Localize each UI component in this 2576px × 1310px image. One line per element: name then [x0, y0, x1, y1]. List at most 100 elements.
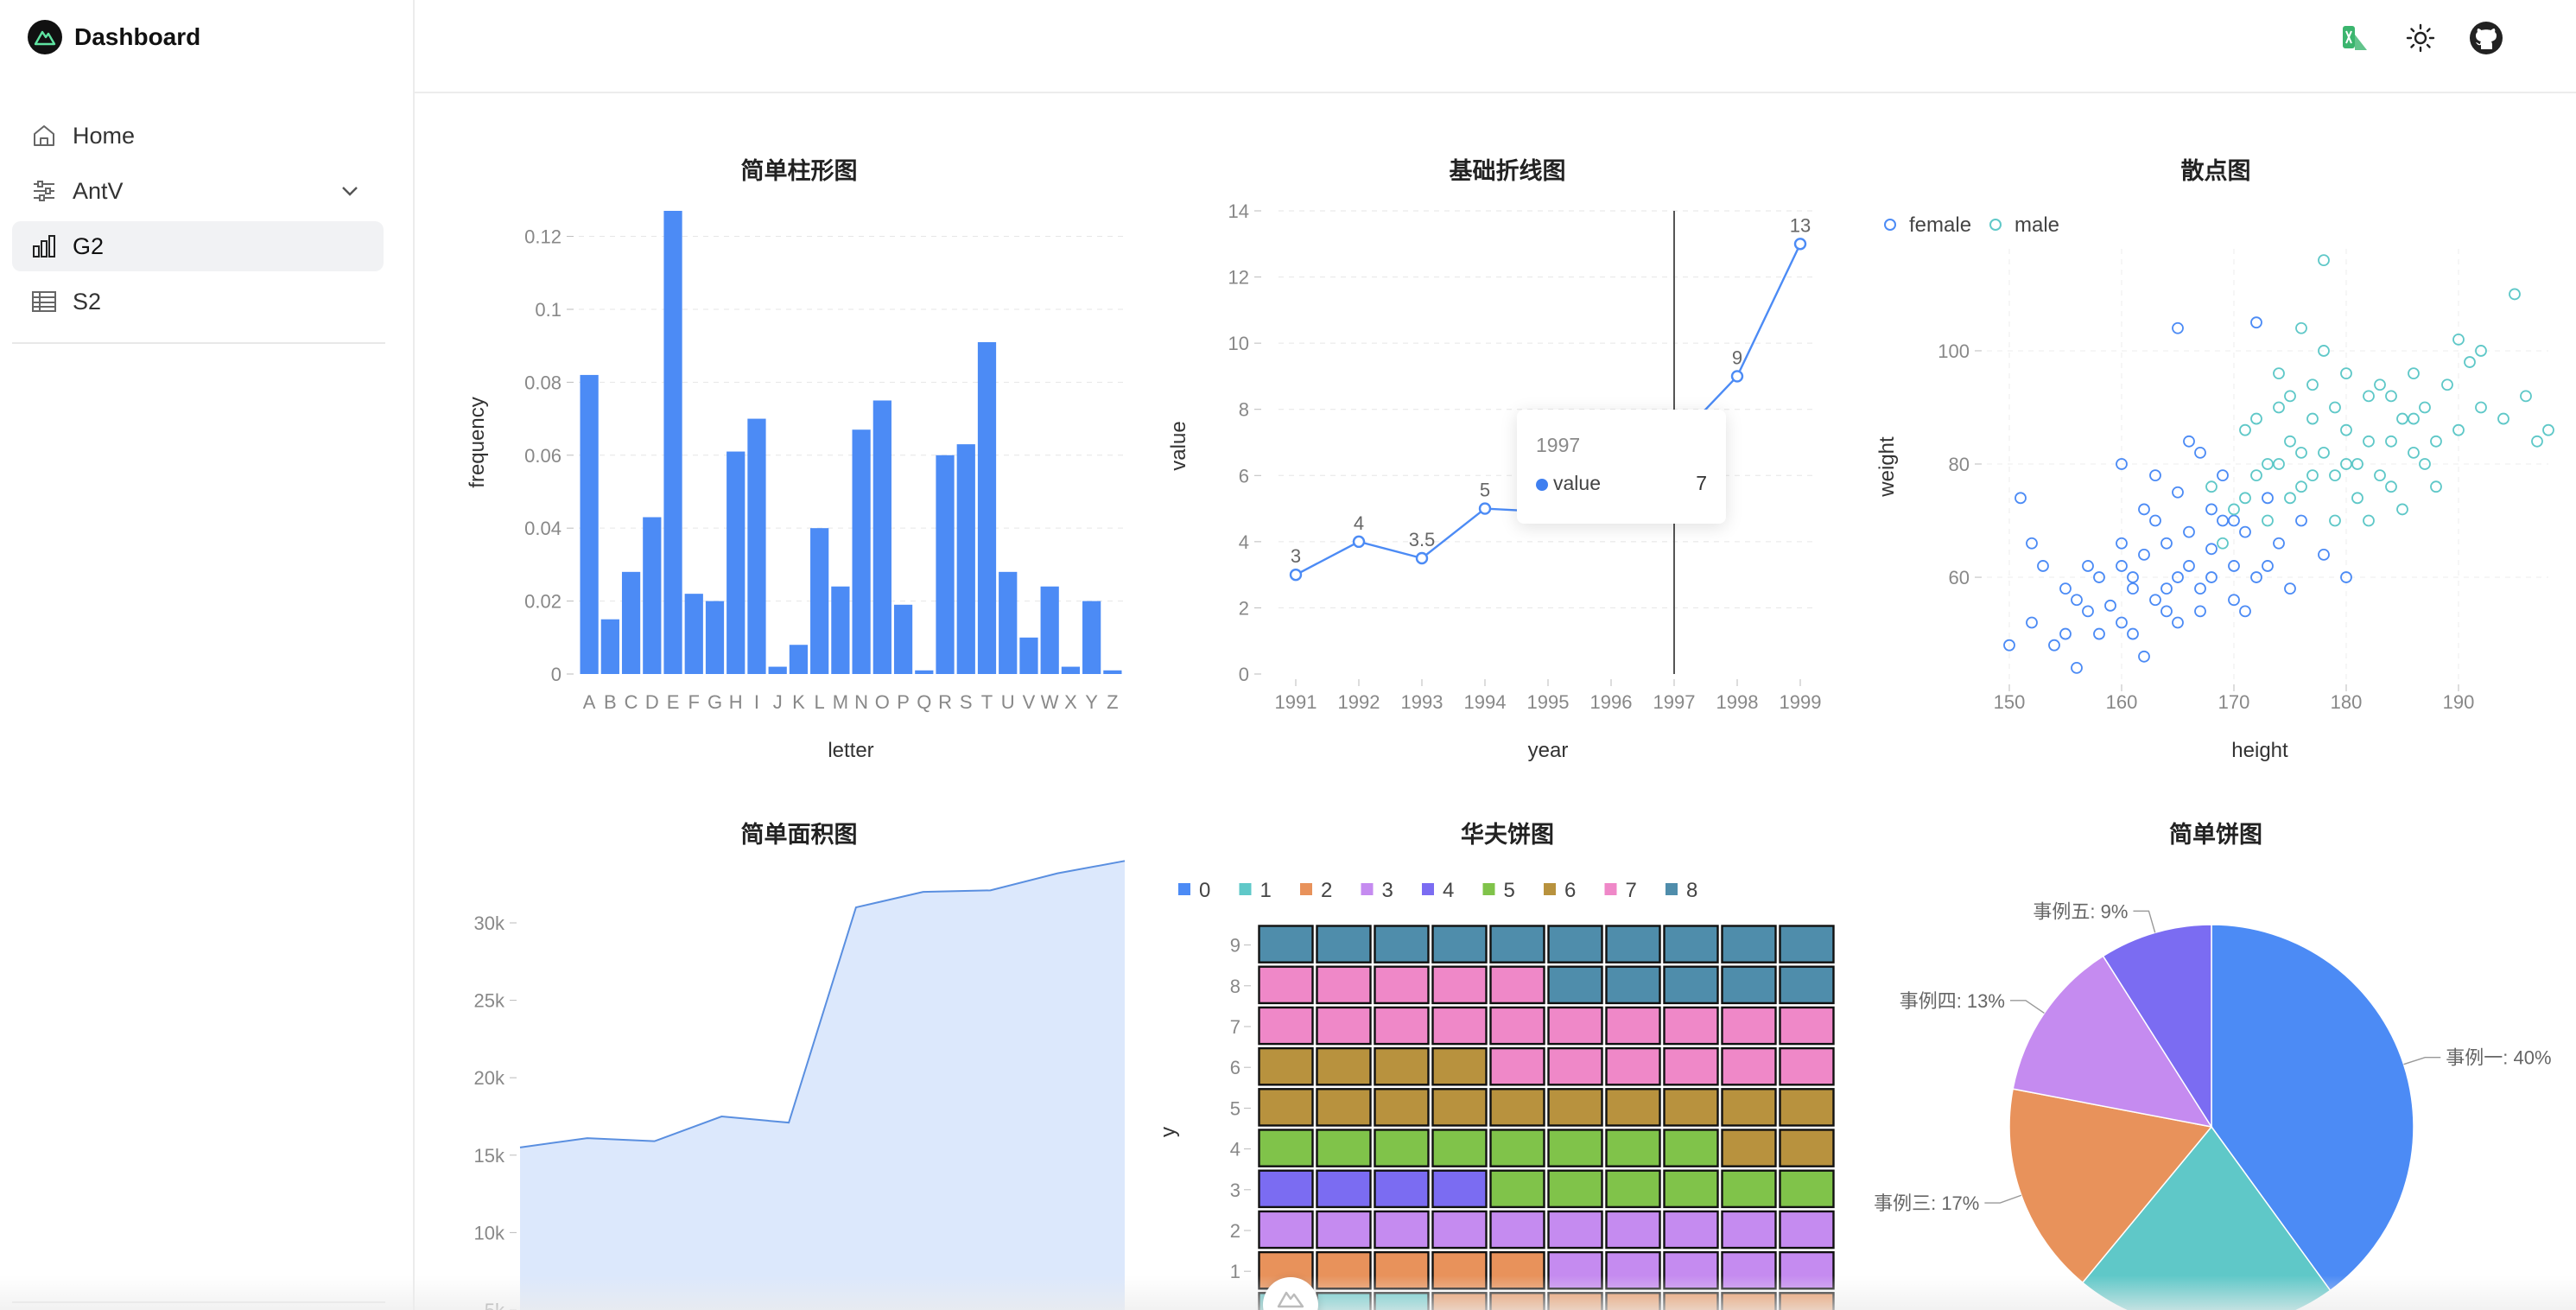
scatter-point-male: [2205, 480, 2218, 493]
scatter-point-male: [2217, 537, 2229, 550]
x-tick-label: 1995: [1527, 691, 1570, 713]
scatter-point-female: [2082, 605, 2094, 618]
y-tick-label: 0.1: [535, 299, 562, 321]
translate-icon[interactable]: [2336, 19, 2374, 57]
y-tick-label: 5: [1230, 1097, 1240, 1119]
scatter-point-male: [2250, 412, 2262, 425]
waffle-cell-7: [1605, 1006, 1661, 1046]
legend-label: 8: [1686, 879, 1697, 902]
waffle-cell-6: [1721, 1088, 1777, 1127]
github-icon[interactable]: [2467, 19, 2505, 57]
waffle-cell-3: [1258, 1210, 1314, 1250]
waffle-cell-5: [1431, 1129, 1488, 1167]
pie-label: 事例五: 9%: [2033, 900, 2128, 922]
scatter-point-female: [2262, 560, 2274, 572]
bar-J: [768, 666, 787, 674]
waffle-cell-5: [1721, 1169, 1777, 1209]
divider: [12, 1301, 385, 1303]
y-tick-label: 0: [551, 664, 562, 685]
divider: [12, 342, 385, 344]
scatter-point-male: [2295, 321, 2307, 334]
waffle-cell-2: [1663, 1292, 1719, 1310]
legend-marker: [1178, 883, 1190, 895]
chevron-down-icon[interactable]: [339, 180, 361, 202]
legend-marker: [1604, 883, 1617, 895]
x-tick-label: 170: [2218, 691, 2250, 713]
x-tick-label: Y: [1085, 691, 1098, 713]
sidebar-item-g2[interactable]: G2: [12, 221, 384, 271]
scatter-point-female: [2071, 594, 2083, 607]
waffle-cell-3: [1374, 1210, 1430, 1250]
scatter-point-male: [2441, 378, 2453, 391]
scatter-point-female: [2205, 503, 2218, 516]
legend-label: female: [1909, 213, 1971, 237]
x-tick-label: S: [960, 691, 973, 713]
scatter-point-female: [2160, 582, 2173, 595]
bar-chart: 0 0.02 0.04 0.06 0.08 0.1 0.12 A B C D E F G H I J K L M N O P…: [466, 211, 1123, 762]
waffle-chart: 0 1 2 3 4 5 6 7 8 1 2 3 4 5 6 7 8 9 y: [1158, 879, 1835, 1310]
x-tick-label: 1996: [1590, 691, 1633, 713]
y-tick-label: 80: [1949, 454, 1970, 475]
x-tick-label: T: [981, 691, 993, 713]
waffle-cell-6: [1605, 1088, 1661, 1127]
y-tick-label: 9: [1230, 935, 1240, 957]
waffle-cell-2: [1489, 1292, 1545, 1310]
scatter-point-female: [2273, 537, 2285, 550]
x-tick-label: 1999: [1780, 691, 1822, 713]
scatter-point-female: [2239, 525, 2251, 538]
waffle-cell-8: [1605, 925, 1661, 963]
scatter-point-male: [2385, 435, 2397, 448]
x-tick-label: U: [1001, 691, 1015, 713]
y-tick-label: 12: [1228, 267, 1249, 289]
waffle-cell-6: [1779, 1088, 1835, 1127]
scatter-point-female: [2138, 548, 2150, 561]
scatter-point-male: [2385, 480, 2397, 493]
data-label: 3.5: [1409, 529, 1436, 550]
sidebar-item-home[interactable]: Home: [12, 111, 384, 161]
legend-label: 2: [1321, 879, 1332, 902]
bar-L: [810, 528, 829, 674]
scatter-point-male: [2284, 390, 2296, 403]
legend-marker: [1544, 883, 1556, 895]
pie-label-leader: [2009, 1000, 2045, 1014]
waffle-cell-1: [1374, 1292, 1430, 1310]
waffle-cell-2: [1779, 1292, 1835, 1310]
pie-label: 事例三: 17%: [1874, 1192, 1979, 1214]
sidebar-item-label: Home: [73, 122, 136, 149]
pie-label-leader: [1984, 1194, 2022, 1204]
x-tick-label: O: [875, 691, 890, 713]
bar-G: [705, 601, 725, 674]
waffle-cell-2: [1431, 1292, 1488, 1310]
sidebar-item-s2[interactable]: S2: [12, 277, 384, 327]
y-tick-label: 7: [1230, 1016, 1240, 1038]
scatter-chart-card: 散点图 150 160 170 180 190 60 80 100 female male heig…: [1866, 152, 2566, 774]
bar-P: [893, 604, 913, 674]
waffle-cell-2: [1431, 1250, 1488, 1290]
line-chart[interactable]: 024681012141991 1992 1993 1994 1995 1996 1997 1…: [1158, 152, 1857, 774]
waffle-cell-7: [1489, 1006, 1545, 1046]
sidebar-item-antv[interactable]: AntV: [12, 166, 384, 216]
sliders-icon: [29, 176, 59, 206]
waffle-cell-2: [1489, 1250, 1545, 1290]
scatter-point-male: [2318, 446, 2330, 459]
scatter-point-male: [2273, 367, 2285, 380]
waffle-cell-7: [1547, 1046, 1603, 1086]
y-tick-label: 6: [1230, 1057, 1240, 1078]
scatter-point-male: [2374, 469, 2386, 482]
x-tick-label: 1991: [1275, 691, 1317, 713]
scatter-point-male: [2542, 423, 2554, 436]
waffle-cell-5: [1489, 1169, 1545, 1209]
legend-marker: [1422, 883, 1434, 895]
scatter-point-male: [2430, 435, 2442, 448]
bar-C: [621, 571, 641, 674]
sun-icon[interactable]: [2402, 19, 2440, 57]
brand[interactable]: Dashboard: [28, 19, 200, 55]
x-tick-label: B: [604, 691, 617, 713]
waffle-cell-6: [1547, 1088, 1603, 1127]
x-tick-label: F: [688, 691, 700, 713]
x-tick-label: 1998: [1716, 691, 1759, 713]
legend-marker: [1884, 219, 1896, 231]
scatter-point-female: [2149, 514, 2161, 527]
waffle-cell-8: [1374, 925, 1430, 963]
scatter-point-male: [2239, 423, 2251, 436]
